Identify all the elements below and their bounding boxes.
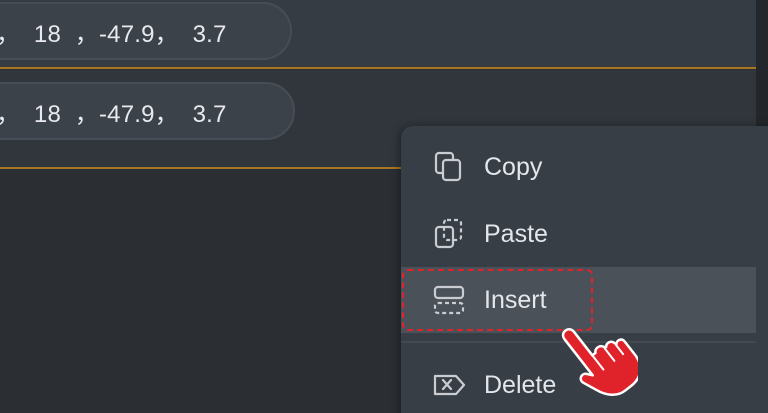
paste-icon — [432, 217, 466, 251]
coordinate-row-2-text: ， 18 ，-47.9， 3.7 — [0, 100, 227, 128]
coordinate-row-1[interactable]: ， 18 ，-47.9， 3.7 — [0, 2, 292, 60]
screen: ， 18 ，-47.9， 3.7 ， 18 ，-47.9， 3.7 Copy P… — [0, 0, 768, 413]
menu-item-copy-label: Copy — [484, 152, 543, 181]
row-divider-top — [0, 67, 756, 69]
menu-item-copy[interactable]: Copy — [401, 134, 756, 200]
coordinate-row-2[interactable]: ， 18 ，-47.9， 3.7 — [0, 82, 295, 140]
delete-icon — [432, 368, 466, 402]
menu-item-paste-label: Paste — [484, 219, 548, 248]
menu-item-delete-label: Delete — [484, 370, 557, 399]
copy-icon — [432, 150, 466, 184]
row-divider-bottom — [0, 167, 401, 169]
menu-item-paste[interactable]: Paste — [401, 201, 756, 267]
coordinate-row-1-text: ， 18 ，-47.9， 3.7 — [0, 20, 227, 48]
pointing-hand-icon — [560, 312, 642, 407]
